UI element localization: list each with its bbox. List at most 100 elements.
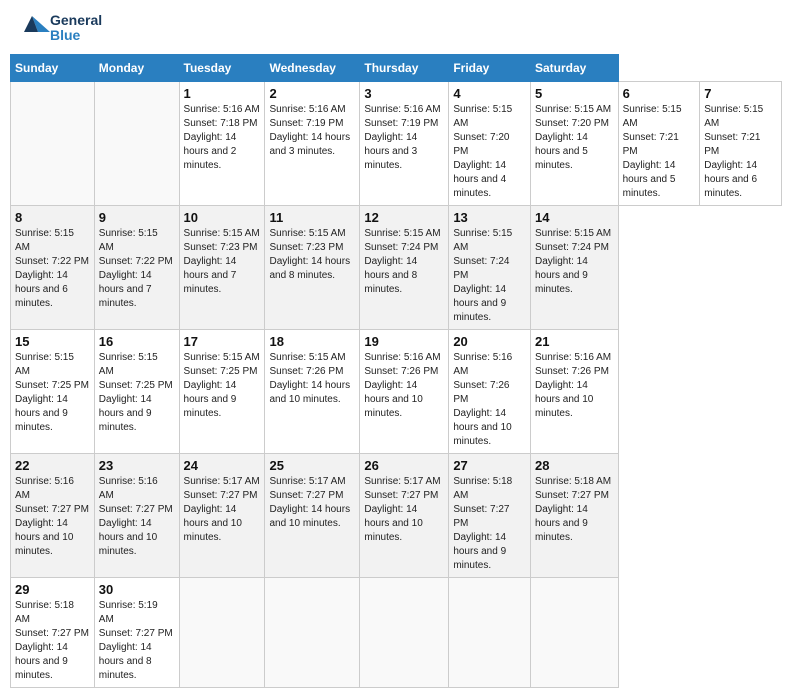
calendar-cell: 26 Sunrise: 5:17 AMSunset: 7:27 PMDayligh… — [360, 454, 449, 578]
logo-svg — [14, 10, 50, 46]
weekday-header-row: SundayMondayTuesdayWednesdayThursdayFrid… — [11, 55, 782, 82]
cell-info: Sunrise: 5:15 AMSunset: 7:26 PMDaylight:… — [269, 351, 355, 407]
day-number: 9 — [99, 210, 175, 225]
day-number: 25 — [269, 458, 355, 473]
calendar-cell: 27 Sunrise: 5:18 AMSunset: 7:27 PMDayligh… — [449, 454, 531, 578]
cell-info: Sunrise: 5:16 AMSunset: 7:26 PMDaylight:… — [453, 351, 526, 449]
calendar-cell: 7 Sunrise: 5:15 AMSunset: 7:21 PMDaylight… — [700, 82, 782, 206]
header: GeneralBlue — [10, 10, 782, 46]
weekday-header-tuesday: Tuesday — [179, 55, 265, 82]
cell-info: Sunrise: 5:15 AMSunset: 7:24 PMDaylight:… — [453, 227, 526, 325]
calendar-cell: 16 Sunrise: 5:15 AMSunset: 7:25 PMDayligh… — [94, 330, 179, 454]
calendar-cell — [265, 578, 360, 688]
calendar-cell: 17 Sunrise: 5:15 AMSunset: 7:25 PMDayligh… — [179, 330, 265, 454]
logo-general-text: General — [50, 13, 102, 28]
cell-info: Sunrise: 5:15 AMSunset: 7:25 PMDaylight:… — [15, 351, 90, 435]
calendar-cell: 23Sunrise: 5:16 AMSunset: 7:27 PMDayligh… — [94, 454, 179, 578]
calendar-cell: 1 Sunrise: 5:16 AMSunset: 7:18 PMDaylight… — [179, 82, 265, 206]
calendar-cell: 18 Sunrise: 5:15 AMSunset: 7:26 PMDayligh… — [265, 330, 360, 454]
calendar-table: SundayMondayTuesdayWednesdayThursdayFrid… — [10, 54, 782, 688]
day-number: 21 — [535, 334, 614, 349]
calendar-cell: 30Sunrise: 5:19 AMSunset: 7:27 PMDayligh… — [94, 578, 179, 688]
day-number: 30 — [99, 582, 175, 597]
cell-info: Sunrise: 5:15 AMSunset: 7:22 PMDaylight:… — [99, 227, 175, 311]
cell-info: Sunrise: 5:15 AMSunset: 7:23 PMDaylight:… — [184, 227, 261, 297]
day-number: 13 — [453, 210, 526, 225]
day-number: 24 — [184, 458, 261, 473]
week-row-4: 22 Sunrise: 5:16 AMSunset: 7:27 PMDayligh… — [11, 454, 782, 578]
day-number: 12 — [364, 210, 444, 225]
calendar-cell: 15 Sunrise: 5:15 AMSunset: 7:25 PMDayligh… — [11, 330, 95, 454]
cell-info: Sunrise: 5:18 AMSunset: 7:27 PMDaylight:… — [453, 475, 526, 573]
calendar-cell: 29Sunrise: 5:18 AMSunset: 7:27 PMDayligh… — [11, 578, 95, 688]
day-number: 20 — [453, 334, 526, 349]
calendar-cell: 24 Sunrise: 5:17 AMSunset: 7:27 PMDayligh… — [179, 454, 265, 578]
cell-info: Sunrise: 5:15 AMSunset: 7:24 PMDaylight:… — [364, 227, 444, 297]
cell-info: Sunrise: 5:15 AMSunset: 7:24 PMDaylight:… — [535, 227, 614, 297]
calendar-cell — [360, 578, 449, 688]
day-number: 17 — [184, 334, 261, 349]
calendar-cell: 19Sunrise: 5:16 AMSunset: 7:26 PMDayligh… — [360, 330, 449, 454]
calendar-cell: 28 Sunrise: 5:18 AMSunset: 7:27 PMDayligh… — [530, 454, 618, 578]
calendar-cell: 11Sunrise: 5:15 AMSunset: 7:23 PMDayligh… — [265, 206, 360, 330]
day-number: 7 — [704, 86, 777, 101]
cell-info: Sunrise: 5:15 AMSunset: 7:21 PMDaylight:… — [623, 103, 696, 201]
day-number: 1 — [184, 86, 261, 101]
cell-info: Sunrise: 5:15 AMSunset: 7:21 PMDaylight:… — [704, 103, 777, 201]
calendar-cell: 13 Sunrise: 5:15 AMSunset: 7:24 PMDayligh… — [449, 206, 531, 330]
calendar-cell: 5Sunrise: 5:15 AMSunset: 7:20 PMDaylight… — [530, 82, 618, 206]
calendar-cell — [530, 578, 618, 688]
weekday-header-friday: Friday — [449, 55, 531, 82]
calendar-cell: 12 Sunrise: 5:15 AMSunset: 7:24 PMDayligh… — [360, 206, 449, 330]
weekday-header-wednesday: Wednesday — [265, 55, 360, 82]
day-number: 27 — [453, 458, 526, 473]
week-row-5: 29Sunrise: 5:18 AMSunset: 7:27 PMDayligh… — [11, 578, 782, 688]
cell-info: Sunrise: 5:17 AMSunset: 7:27 PMDaylight:… — [364, 475, 444, 545]
cell-info: Sunrise: 5:16 AMSunset: 7:18 PMDaylight:… — [184, 103, 261, 173]
week-row-1: 1 Sunrise: 5:16 AMSunset: 7:18 PMDaylight… — [11, 82, 782, 206]
calendar-cell: 6Sunrise: 5:15 AMSunset: 7:21 PMDaylight… — [618, 82, 700, 206]
calendar-cell: 25Sunrise: 5:17 AMSunset: 7:27 PMDayligh… — [265, 454, 360, 578]
weekday-header-saturday: Saturday — [530, 55, 618, 82]
week-row-3: 15 Sunrise: 5:15 AMSunset: 7:25 PMDayligh… — [11, 330, 782, 454]
day-number: 8 — [15, 210, 90, 225]
day-number: 4 — [453, 86, 526, 101]
cell-info: Sunrise: 5:15 AMSunset: 7:23 PMDaylight:… — [269, 227, 355, 283]
week-row-2: 8 Sunrise: 5:15 AMSunset: 7:22 PMDaylight… — [11, 206, 782, 330]
day-number: 19 — [364, 334, 444, 349]
day-number: 14 — [535, 210, 614, 225]
calendar-cell — [94, 82, 179, 206]
cell-info: Sunrise: 5:15 AMSunset: 7:20 PMDaylight:… — [453, 103, 526, 201]
day-number: 29 — [15, 582, 90, 597]
cell-info: Sunrise: 5:18 AMSunset: 7:27 PMDaylight:… — [535, 475, 614, 545]
day-number: 16 — [99, 334, 175, 349]
day-number: 10 — [184, 210, 261, 225]
day-number: 15 — [15, 334, 90, 349]
logo-blue-text: Blue — [50, 28, 102, 43]
cell-info: Sunrise: 5:17 AMSunset: 7:27 PMDaylight:… — [184, 475, 261, 545]
day-number: 3 — [364, 86, 444, 101]
cell-info: Sunrise: 5:16 AMSunset: 7:27 PMDaylight:… — [15, 475, 90, 559]
weekday-header-sunday: Sunday — [11, 55, 95, 82]
cell-info: Sunrise: 5:16 AMSunset: 7:26 PMDaylight:… — [535, 351, 614, 421]
cell-info: Sunrise: 5:16 AMSunset: 7:19 PMDaylight:… — [364, 103, 444, 173]
day-number: 5 — [535, 86, 614, 101]
day-number: 2 — [269, 86, 355, 101]
weekday-header-thursday: Thursday — [360, 55, 449, 82]
calendar-cell: 22 Sunrise: 5:16 AMSunset: 7:27 PMDayligh… — [11, 454, 95, 578]
day-number: 26 — [364, 458, 444, 473]
calendar-cell: 14 Sunrise: 5:15 AMSunset: 7:24 PMDayligh… — [530, 206, 618, 330]
logo: GeneralBlue — [14, 10, 102, 46]
cell-info: Sunrise: 5:16 AMSunset: 7:19 PMDaylight:… — [269, 103, 355, 159]
cell-info: Sunrise: 5:15 AMSunset: 7:25 PMDaylight:… — [99, 351, 175, 435]
calendar-cell — [449, 578, 531, 688]
day-number: 22 — [15, 458, 90, 473]
cell-info: Sunrise: 5:15 AMSunset: 7:22 PMDaylight:… — [15, 227, 90, 311]
calendar-cell: 4 Sunrise: 5:15 AMSunset: 7:20 PMDaylight… — [449, 82, 531, 206]
calendar-cell: 20 Sunrise: 5:16 AMSunset: 7:26 PMDayligh… — [449, 330, 531, 454]
day-number: 28 — [535, 458, 614, 473]
day-number: 18 — [269, 334, 355, 349]
cell-info: Sunrise: 5:15 AMSunset: 7:25 PMDaylight:… — [184, 351, 261, 421]
calendar-cell: 3 Sunrise: 5:16 AMSunset: 7:19 PMDaylight… — [360, 82, 449, 206]
calendar-cell: 2 Sunrise: 5:16 AMSunset: 7:19 PMDaylight… — [265, 82, 360, 206]
